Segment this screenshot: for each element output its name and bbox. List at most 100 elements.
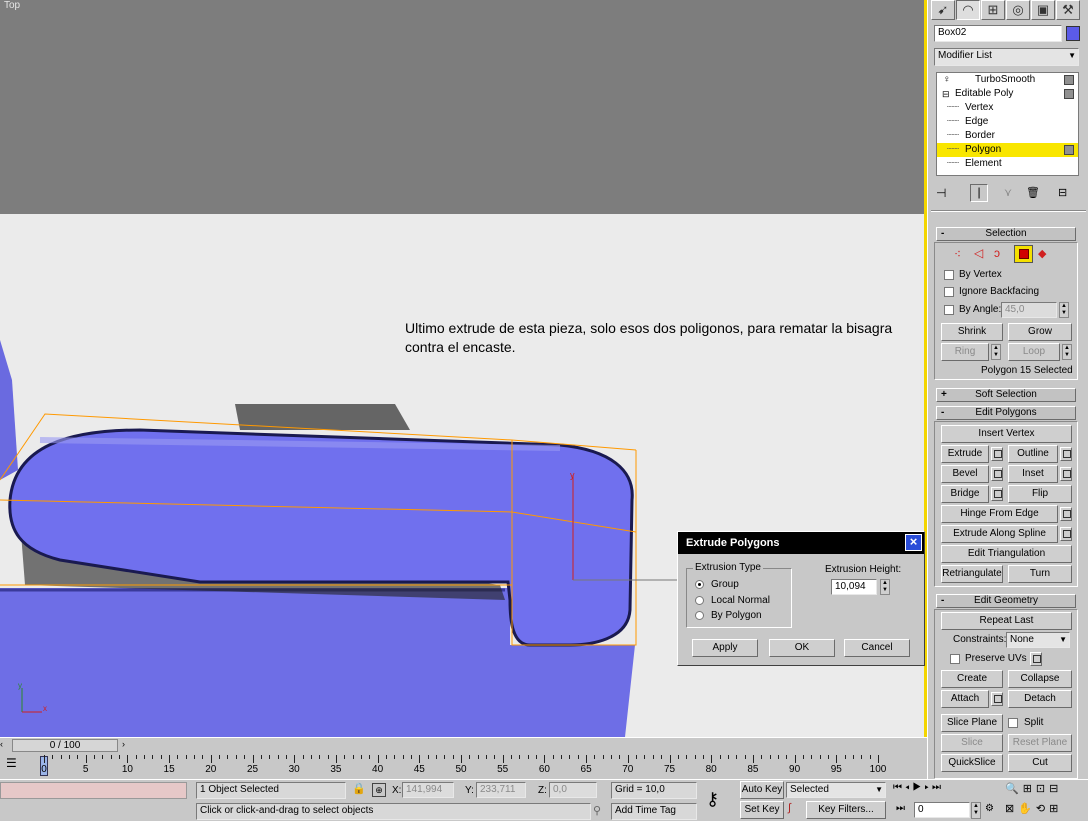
collapse-button[interactable]: Collapse (1008, 670, 1072, 688)
radio-button[interactable] (695, 580, 704, 589)
extrusion-height-field[interactable]: 10,094 (831, 579, 877, 595)
time-slider[interactable]: ‹ 0 / 100 › (0, 737, 927, 753)
next-frame-arrow-icon[interactable]: › (122, 739, 132, 752)
create-button[interactable]: Create (941, 670, 1003, 688)
stack-toggle-icon[interactable] (1064, 89, 1074, 99)
radio-local-normal[interactable]: Local Normal (695, 595, 770, 606)
y-coordinate-field[interactable]: 233,711 (476, 782, 526, 798)
preserve-uvs-checkbox[interactable] (950, 654, 960, 664)
play-icon[interactable]: ▶ (913, 782, 925, 793)
stack-item-element[interactable]: ┈┈ Element (937, 157, 1078, 171)
time-config-icon[interactable]: ⚙ (985, 803, 994, 814)
insert-vertex-button[interactable]: Insert Vertex (941, 425, 1072, 443)
radio-by-polygon[interactable]: By Polygon (695, 610, 762, 621)
inset-button[interactable]: Inset (1008, 465, 1058, 483)
flip-button[interactable]: Flip (1008, 485, 1072, 503)
extrude-button[interactable]: Extrude (941, 445, 989, 463)
maxscript-listener[interactable] (0, 782, 187, 799)
next-frame-icon[interactable]: ▸ (924, 782, 932, 793)
rollout-edit-geometry-header[interactable]: - Edit Geometry (936, 594, 1076, 608)
rollout-selection-header[interactable]: - Selection (936, 227, 1076, 241)
edit-triangulation-button[interactable]: Edit Triangulation (941, 545, 1072, 563)
shrink-button[interactable]: Shrink (941, 323, 1003, 341)
hinge-settings-icon[interactable] (1060, 507, 1072, 521)
current-frame-spinner[interactable]: ▲ ▼ (971, 802, 981, 819)
collapse-icon[interactable]: ⊟ (942, 87, 950, 101)
go-to-end-icon[interactable]: ⏭ (932, 782, 944, 793)
show-end-result-icon[interactable]: | (970, 184, 988, 202)
time-tag-icon[interactable]: ⚲ (593, 804, 601, 817)
pin-stack-icon[interactable]: ⊣ (936, 186, 946, 200)
ignore-backfacing-checkbox[interactable] (944, 287, 954, 297)
loop-spinner[interactable]: ▲ ▼ (1062, 344, 1072, 360)
stack-item-vertex[interactable]: ┈┈ Vertex (937, 101, 1078, 115)
pan-icon[interactable]: ✋ (1018, 803, 1036, 815)
reset-plane-button[interactable]: Reset Plane (1008, 734, 1072, 752)
utilities-icon[interactable]: ⚒ (1056, 0, 1080, 20)
radio-group[interactable]: Group (695, 579, 739, 590)
bevel-button[interactable]: Bevel (941, 465, 989, 483)
element-mode-icon[interactable]: ◆ (1038, 247, 1046, 260)
attach-settings-icon[interactable] (991, 692, 1003, 706)
stack-item-polygon[interactable]: ┈┈ Polygon (937, 143, 1078, 157)
apply-button[interactable]: Apply (692, 639, 758, 657)
key-icon[interactable]: ⚷ (706, 789, 719, 810)
object-name-field[interactable]: Box02 (934, 25, 1062, 42)
polygon-mode-icon[interactable] (1014, 245, 1033, 263)
x-coordinate-field[interactable]: 141,994 (402, 782, 454, 798)
slice-button[interactable]: Slice (941, 734, 1003, 752)
arc-rotate-icon[interactable]: ⟲ (1036, 803, 1049, 815)
stack-toggle-icon[interactable] (1064, 75, 1074, 85)
grow-button[interactable]: Grow (1008, 323, 1072, 341)
stack-item-editable-poly[interactable]: ⊟ Editable Poly (937, 87, 1078, 101)
detach-button[interactable]: Detach (1008, 690, 1072, 708)
add-time-tag[interactable]: Add Time Tag (611, 803, 697, 820)
rollout-soft-selection-header[interactable]: + Soft Selection (936, 388, 1076, 402)
outline-settings-icon[interactable] (1060, 447, 1072, 461)
stack-item-edge[interactable]: ┈┈ Edge (937, 115, 1078, 129)
loop-button[interactable]: Loop (1008, 343, 1060, 361)
bridge-button[interactable]: Bridge (941, 485, 989, 503)
inset-settings-icon[interactable] (1060, 467, 1072, 481)
attach-button[interactable]: Attach (941, 690, 989, 708)
key-mode-toggle-icon[interactable]: ⏭ (896, 803, 905, 814)
display-icon[interactable]: ▣ (1031, 0, 1055, 20)
preserve-uvs-settings-icon[interactable] (1030, 652, 1042, 666)
angle-spinner[interactable]: ▲ ▼ (1059, 302, 1069, 318)
vertex-mode-icon[interactable]: ⁖ (954, 247, 961, 261)
radio-button[interactable] (695, 611, 704, 620)
lightbulb-icon[interactable]: ♀ (943, 73, 951, 87)
stack-item-turbosmooth[interactable]: ♀ TurboSmooth (937, 73, 1078, 87)
border-mode-icon[interactable]: ɔ (994, 246, 1000, 260)
retriangulate-button[interactable]: Retriangulate (941, 565, 1003, 583)
modifier-list-dropdown[interactable]: Modifier List ▼ (934, 48, 1079, 66)
split-checkbox[interactable] (1008, 718, 1018, 728)
edge-mode-icon[interactable]: ◁ (974, 246, 983, 260)
key-mode-dropdown[interactable]: Selected ▼ (786, 782, 886, 798)
transform-mode-icon[interactable]: ⊕ (372, 783, 386, 797)
radio-button[interactable] (695, 596, 704, 605)
turn-button[interactable]: Turn (1008, 565, 1072, 583)
modify-icon[interactable]: ◠ (956, 0, 980, 20)
remove-modifier-icon[interactable]: 🗑 (1026, 186, 1040, 199)
key-filter-curve-icon[interactable]: ∫ (788, 802, 791, 814)
bridge-settings-icon[interactable] (991, 487, 1003, 501)
by-angle-checkbox[interactable] (944, 305, 954, 315)
ring-button[interactable]: Ring (941, 343, 989, 361)
key-filters-button[interactable]: Key Filters... (806, 801, 886, 819)
set-key-button[interactable]: Set Key (740, 801, 784, 819)
viewport-label[interactable]: Top (4, 0, 20, 11)
stack-item-border[interactable]: ┈┈ Border (937, 129, 1078, 143)
stack-toggle-icon[interactable] (1064, 145, 1074, 155)
go-to-start-icon[interactable]: ⏮ (893, 782, 905, 793)
lock-icon[interactable]: 🔒 (352, 782, 366, 795)
z-coordinate-field[interactable]: 0,0 (549, 782, 597, 798)
track-bar[interactable]: ☰ 0 5 10 15 20 25 30 35 40 45 50 55 60 65 70 75 80 85 90 95… (0, 753, 927, 779)
close-icon[interactable]: × (905, 534, 922, 551)
make-unique-icon[interactable]: ⋎ (1004, 186, 1012, 199)
create-icon[interactable]: ➹ (931, 0, 955, 20)
bevel-settings-icon[interactable] (991, 467, 1003, 481)
cancel-button[interactable]: Cancel (844, 639, 910, 657)
ok-button[interactable]: OK (769, 639, 835, 657)
extrusion-height-spinner[interactable]: ▲ ▼ (880, 579, 890, 595)
